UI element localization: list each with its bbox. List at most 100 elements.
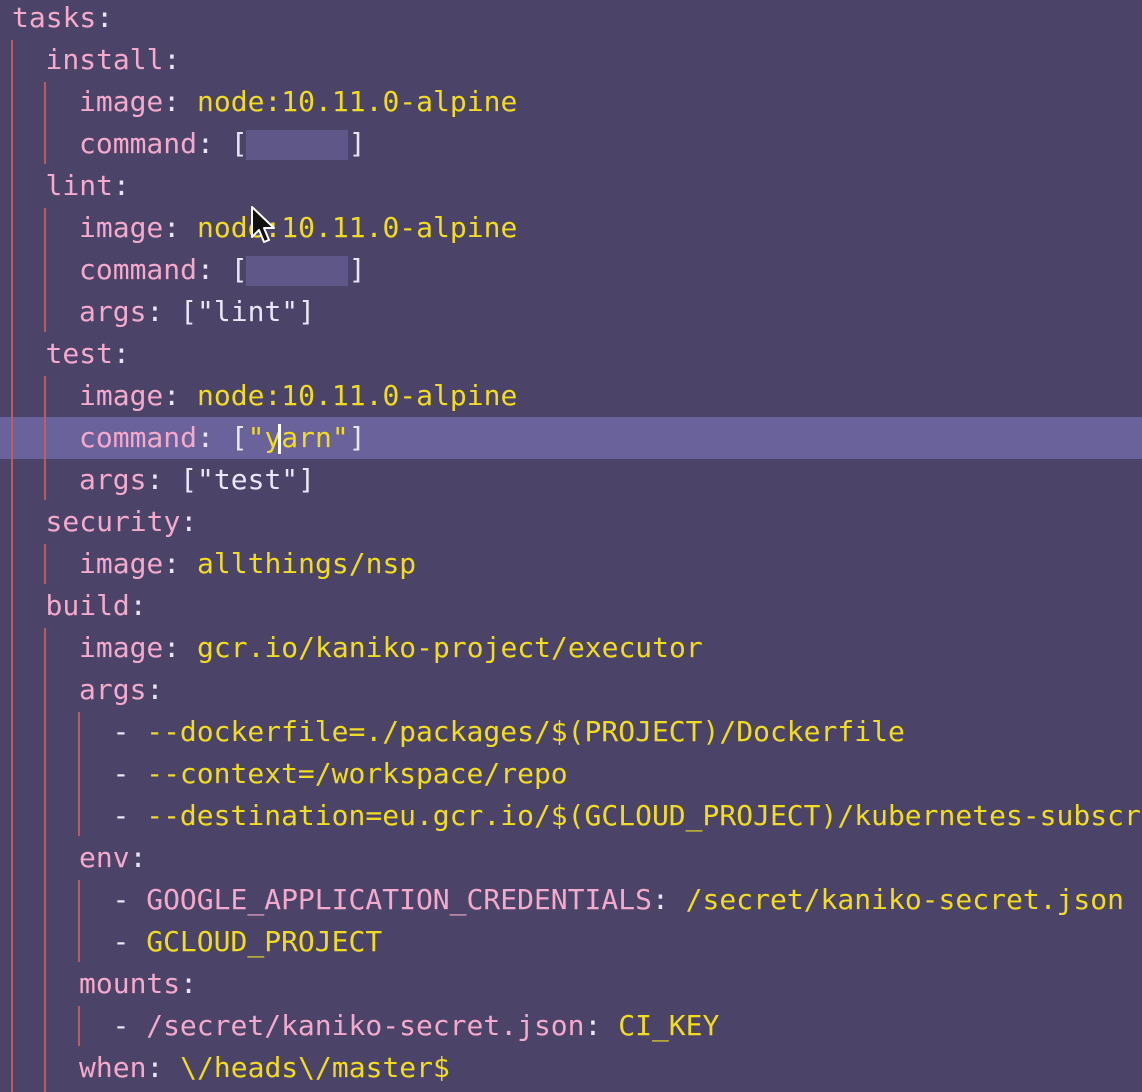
code-line[interactable]: security: (0, 501, 1142, 543)
code-token: /secret/kaniko-secret.json (146, 1009, 585, 1042)
code-line[interactable]: image: node:10.11.0-alpine (0, 375, 1142, 417)
code-token: image (79, 631, 164, 664)
code-token: image (79, 211, 164, 244)
code-line-text: command: ["yarn"] (79, 417, 366, 459)
code-line[interactable]: args: ["test"] (0, 459, 1142, 501)
code-line-text: security: (46, 501, 198, 543)
code-token: - (112, 757, 147, 790)
indent-guide (44, 82, 46, 164)
code-line[interactable]: - --context=/workspace/repo (0, 753, 1142, 795)
code-token: image (79, 379, 164, 412)
code-token: \/heads\/master$ (180, 1051, 450, 1084)
code-token: GOOGLE_APPLICATION_CREDENTIALS (146, 883, 652, 916)
code-token: : (112, 337, 130, 370)
code-line[interactable]: image: node:10.11.0-alpine (0, 207, 1142, 249)
code-line-text: env: (79, 837, 146, 879)
code-token: install (45, 43, 164, 76)
code-token: - (112, 799, 147, 832)
code-token: --context=/workspace/repo (146, 757, 568, 790)
code-token: - (112, 883, 147, 916)
code-token: : [ (197, 253, 248, 286)
code-line-text: image: node:10.11.0-alpine (79, 207, 517, 249)
code-line[interactable]: - --destination=eu.gcr.io/$(GCLOUD_PROJE… (0, 795, 1142, 837)
code-line[interactable]: env: (0, 837, 1142, 879)
code-token: : (163, 43, 181, 76)
code-token: : (163, 631, 198, 664)
code-line[interactable]: command: ["yarn"] (0, 123, 1142, 165)
code-line-text: image: allthings/nsp (79, 543, 416, 585)
code-token: : (96, 1, 114, 34)
code-token: : (163, 547, 198, 580)
code-line-text: install: (46, 39, 181, 81)
code-line-text: when: \/heads\/master$ (79, 1047, 450, 1089)
code-token: security (45, 505, 181, 538)
code-line[interactable]: - /secret/kaniko-secret.json: CI_KEY (0, 1005, 1142, 1047)
code-token: command (79, 421, 198, 454)
code-token: "test" (197, 463, 299, 496)
code-token: gcr.io/kaniko-project/executor (197, 631, 703, 664)
indent-guide (44, 208, 46, 332)
code-token: /secret/kaniko-secret.json (685, 883, 1124, 916)
code-token: node:10.11.0-alpine (197, 85, 518, 118)
code-token: ] (298, 463, 316, 496)
code-line[interactable]: args: (0, 669, 1142, 711)
code-line[interactable]: command: ["yarn"] (0, 417, 1142, 459)
code-token: lint (45, 169, 113, 202)
code-line[interactable]: - GCLOUD_PROJECT (0, 921, 1142, 963)
code-token: ] (348, 421, 366, 454)
code-token: args (79, 295, 147, 328)
code-line[interactable]: build: (0, 585, 1142, 627)
code-line-text: image: node:10.11.0-alpine (79, 81, 517, 123)
code-line[interactable]: - --dockerfile=./packages/$(PROJECT)/Doc… (0, 711, 1142, 753)
code-line-text: args: ["lint"] (79, 291, 315, 333)
code-line[interactable]: image: node:10.11.0-alpine (0, 81, 1142, 123)
code-line-text: tasks: (12, 0, 113, 39)
code-line[interactable]: command: ["yarn"] (0, 249, 1142, 291)
code-line-text: image: node:10.11.0-alpine (79, 375, 517, 417)
code-line[interactable]: install: (0, 39, 1142, 81)
code-line-text: - GCLOUD_PROJECT (113, 921, 383, 963)
code-token: : (146, 1051, 181, 1084)
code-token: build (45, 589, 130, 622)
code-line[interactable]: tasks: (0, 0, 1142, 39)
code-token: : (129, 841, 147, 874)
code-line[interactable]: lint: (0, 165, 1142, 207)
code-line[interactable]: test: (0, 333, 1142, 375)
code-token: node:10.11.0-alpine (197, 211, 518, 244)
text-caret (278, 424, 281, 454)
code-line-text: - --destination=eu.gcr.io/$(GCLOUD_PROJE… (113, 795, 1141, 837)
code-line[interactable]: when: \/heads\/master$ (0, 1047, 1142, 1089)
code-token: - (112, 1009, 147, 1042)
code-token: "yarn" (247, 421, 349, 454)
code-line-text: lint: (46, 165, 130, 207)
code-line-text: - /secret/kaniko-secret.json: CI_KEY (113, 1005, 720, 1047)
code-token: image (79, 547, 164, 580)
code-line[interactable]: mounts: (0, 963, 1142, 1005)
code-line[interactable]: image: gcr.io/kaniko-project/executor (0, 627, 1142, 669)
code-token: : [ (197, 421, 248, 454)
code-token: : (584, 1009, 619, 1042)
code-editor[interactable]: tasks: install: image: node:10.11.0-alpine… (0, 0, 1142, 1092)
code-token: : [ (146, 463, 198, 496)
code-token: --dockerfile=./packages/$(PROJECT)/Docke… (146, 715, 905, 748)
code-token: args (79, 673, 147, 706)
code-token: : (163, 211, 198, 244)
code-line[interactable]: - GOOGLE_APPLICATION_CREDENTIALS: /secre… (0, 879, 1142, 921)
code-token: node:10.11.0-alpine (197, 379, 518, 412)
indent-guide (44, 628, 46, 1092)
code-token: - (112, 925, 147, 958)
code-line[interactable]: image: allthings/nsp (0, 543, 1142, 585)
indent-guide (44, 544, 46, 584)
code-token: tasks (12, 1, 97, 34)
code-line-text: mounts: (79, 963, 197, 1005)
code-token: when (79, 1051, 147, 1084)
code-token: : (112, 169, 130, 202)
code-token: : (163, 85, 198, 118)
code-line-text: args: ["test"] (79, 459, 315, 501)
code-token: : (180, 967, 198, 1000)
indent-guide (78, 880, 80, 962)
code-line[interactable]: args: ["lint"] (0, 291, 1142, 333)
code-line-text: test: (46, 333, 130, 375)
code-token: ] (298, 295, 316, 328)
code-token: : (651, 883, 686, 916)
